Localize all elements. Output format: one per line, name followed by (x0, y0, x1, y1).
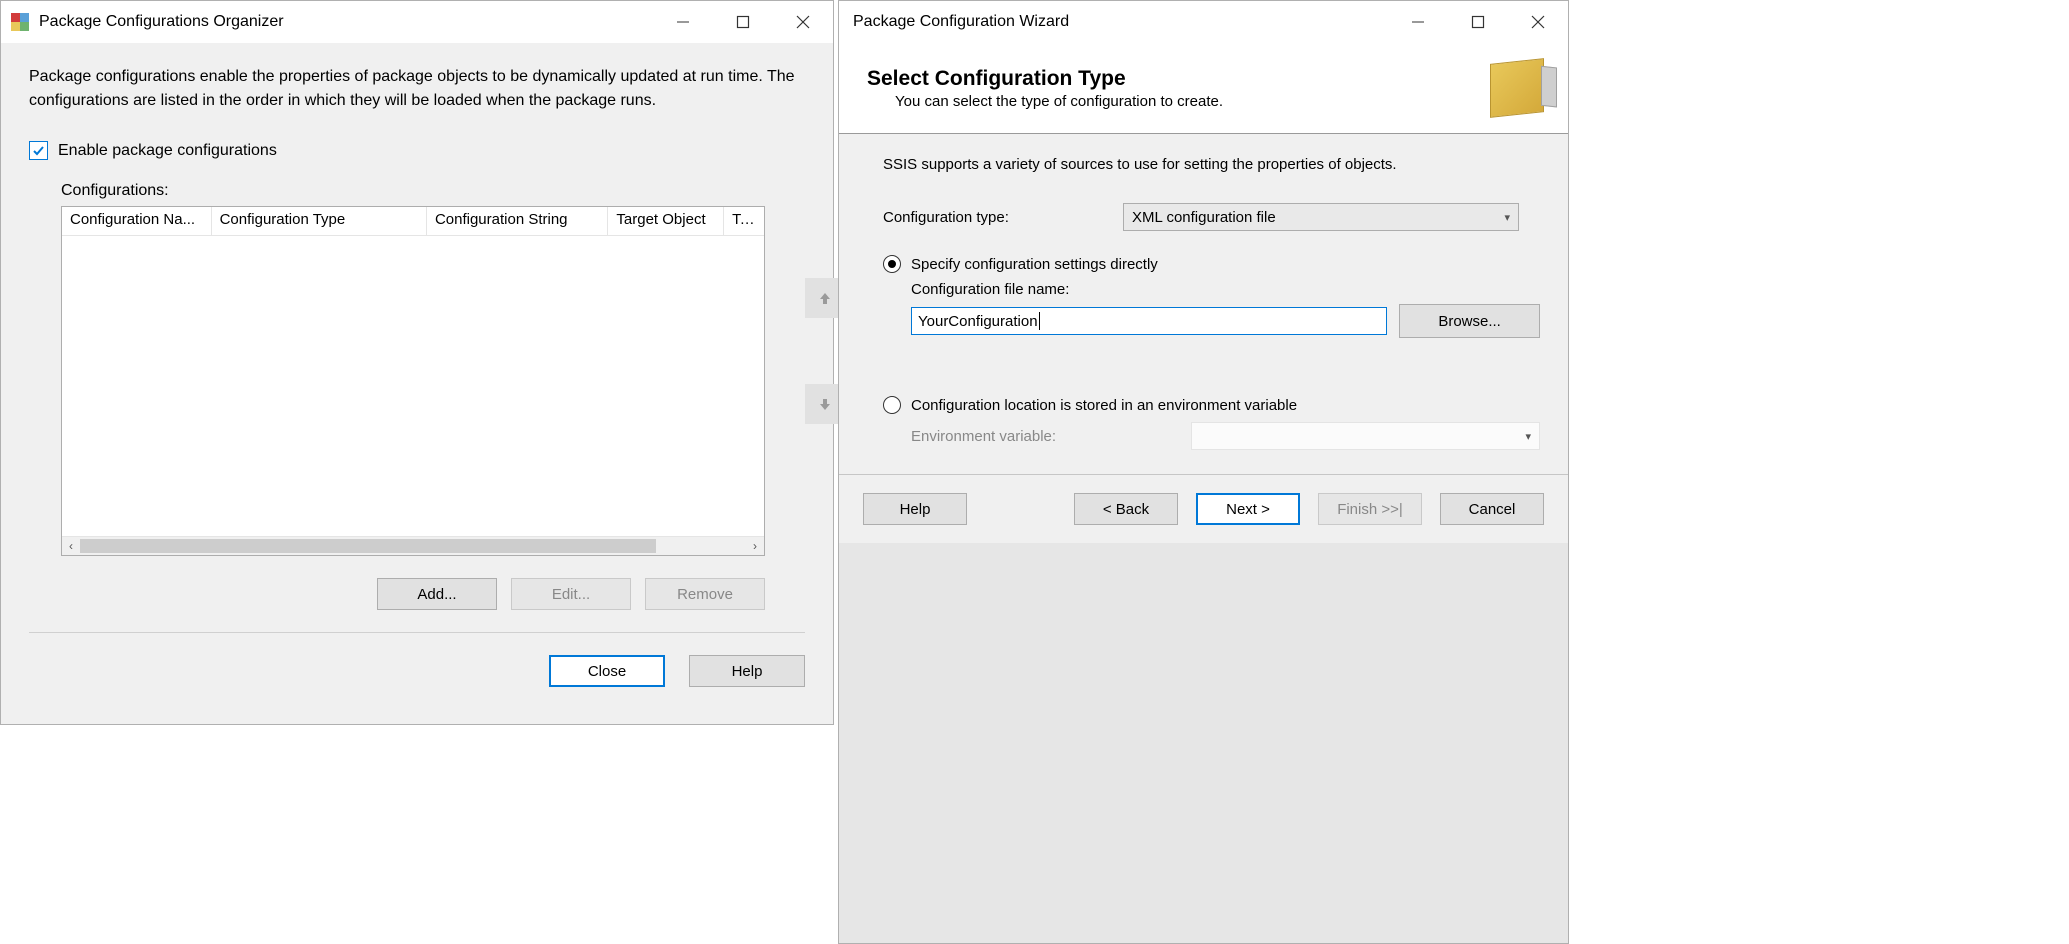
close-button[interactable] (773, 1, 833, 43)
enable-configurations-label: Enable package configurations (58, 142, 277, 160)
close-button[interactable] (1508, 1, 1568, 43)
config-file-label: Configuration file name: (911, 281, 1540, 298)
remove-button: Remove (645, 578, 765, 610)
back-button[interactable]: < Back (1074, 493, 1178, 525)
help-button[interactable]: Help (689, 655, 805, 687)
wizard-help-button[interactable]: Help (863, 493, 967, 525)
wizard-intro: SSIS supports a variety of sources to us… (883, 156, 1540, 173)
wizard-header-title: Select Configuration Type (867, 67, 1490, 91)
arrow-up-icon (817, 290, 833, 306)
config-file-input[interactable]: YourConfiguration (911, 307, 1387, 335)
close-dialog-button[interactable]: Close (549, 655, 665, 687)
radio-env-variable[interactable] (883, 396, 901, 414)
radio-env-variable-label: Configuration location is stored in an e… (911, 397, 1297, 414)
window2-title: Package Configuration Wizard (849, 13, 1388, 31)
chevron-down-icon: ▾ (1525, 430, 1531, 443)
config-type-value: XML configuration file (1132, 209, 1276, 226)
radio-specify-directly[interactable] (883, 255, 901, 273)
app-icon (11, 13, 29, 31)
col-target-object[interactable]: Target Object (608, 207, 724, 235)
col-target[interactable]: Targ (724, 207, 764, 235)
window1-title: Package Configurations Organizer (39, 13, 653, 31)
maximize-button[interactable] (1448, 1, 1508, 43)
browse-button[interactable]: Browse... (1399, 304, 1540, 338)
edit-button: Edit... (511, 578, 631, 610)
col-config-type[interactable]: Configuration Type (212, 207, 427, 235)
wizard-header-subtitle: You can select the type of configuration… (895, 93, 1490, 110)
add-button[interactable]: Add... (377, 578, 497, 610)
scroll-left-icon[interactable]: ‹ (62, 537, 80, 555)
config-type-select[interactable]: XML configuration file ▾ (1123, 203, 1519, 231)
config-type-label: Configuration type: (883, 209, 1123, 226)
maximize-button[interactable] (713, 1, 773, 43)
chevron-down-icon: ▾ (1504, 211, 1510, 224)
cancel-button[interactable]: Cancel (1440, 493, 1544, 525)
env-variable-select: ▾ (1191, 422, 1540, 450)
grid-horizontal-scrollbar[interactable]: ‹ › (62, 536, 764, 555)
minimize-button[interactable] (1388, 1, 1448, 43)
enable-configurations-checkbox[interactable] (29, 141, 48, 160)
config-file-value: YourConfiguration (918, 313, 1038, 330)
configurations-label: Configurations: (61, 182, 805, 200)
col-config-name[interactable]: Configuration Na... (62, 207, 212, 235)
arrow-down-icon (817, 396, 833, 412)
next-button[interactable]: Next > (1196, 493, 1300, 525)
env-variable-label: Environment variable: (911, 428, 1191, 445)
finish-button: Finish >>| (1318, 493, 1422, 525)
minimize-button[interactable] (653, 1, 713, 43)
scroll-thumb[interactable] (80, 539, 656, 553)
organizer-intro: Package configurations enable the proper… (29, 65, 799, 113)
scroll-right-icon[interactable]: › (746, 537, 764, 555)
wizard-icon (1490, 58, 1544, 118)
configurations-grid[interactable]: Configuration Na... Configuration Type C… (61, 206, 765, 556)
col-config-string[interactable]: Configuration String (427, 207, 608, 235)
empty-area (839, 543, 1568, 943)
radio-specify-directly-label: Specify configuration settings directly (911, 256, 1158, 273)
